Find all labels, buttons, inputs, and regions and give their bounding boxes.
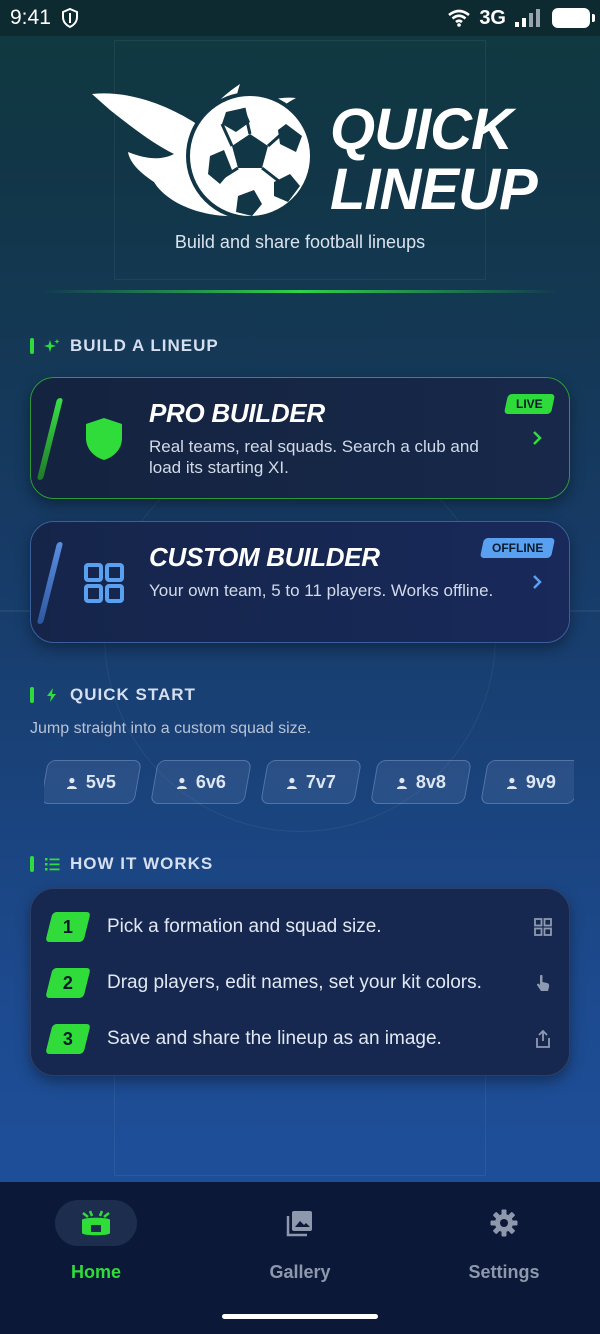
chip-5v5[interactable]: 5v5 [44,760,142,804]
step-item: 1 Pick a formation and squad size. [45,907,553,947]
live-badge: LIVE [504,394,556,414]
status-time: 9:41 [10,6,51,29]
app-screen: 9:41 3G QUICK LINEUP Build and share foo… [0,0,600,1334]
section-quick-start-title: QUICK START [70,685,196,704]
person-icon [176,776,187,788]
section-accent-bar [30,338,34,354]
how-it-works-card: 1 Pick a formation and squad size. 2 Dra… [30,888,570,1076]
step-text: Drag players, edit names, set your kit c… [107,972,482,993]
chip-6v6[interactable]: 6v6 [150,760,252,804]
quick-start-subtitle: Jump straight into a custom squad size. [30,720,312,737]
card-stripe [36,398,64,480]
chip-label: 5v5 [85,771,117,792]
chip-label: 6v6 [195,771,227,792]
nav-icon-pill [463,1200,545,1246]
wifi-icon [448,9,471,27]
touch-icon [536,974,550,991]
step-item: 2 Drag players, edit names, set your kit… [45,963,553,1003]
nav-settings-label: Settings [468,1262,540,1282]
step-text: Save and share the lineup as an image. [107,1028,442,1049]
tagline: Build and share football lineups [174,232,426,252]
pro-builder-description: Real teams, real squads. Search a club a… [149,437,479,477]
network-type: 3G [479,6,506,29]
home-indicator [222,1314,378,1319]
logo-line-2: LINEUP [330,157,538,222]
bolt-icon [47,688,56,702]
gallery-icon [286,1211,312,1237]
signal-icon [515,9,540,27]
nav-home[interactable]: Home [16,1200,176,1283]
card-stripe [36,542,64,624]
step-text: Pick a formation and squad size. [107,916,382,937]
step-number: 1 [45,912,91,942]
list-icon [45,858,60,871]
stadium-icon [82,1210,110,1236]
grid-icon [534,918,552,936]
step-number: 3 [45,1024,91,1054]
nav-gallery-label: Gallery [269,1262,331,1282]
vpn-shield-icon [61,8,78,28]
nav-icon-pill [55,1200,137,1246]
chip-label: 8v8 [415,771,447,792]
person-icon [286,776,297,788]
step-item: 3 Save and share the lineup as an image. [45,1019,553,1059]
nav-home-label: Home [70,1262,121,1282]
section-accent-bar [30,687,34,703]
logo-wordmark: QUICK LINEUP [330,97,538,222]
sparkle-icon [44,339,60,352]
chip-label: 7v7 [305,771,337,792]
chevron-right-icon [533,431,542,445]
gear-icon [490,1209,518,1237]
section-build-title: BUILD A LINEUP [70,336,219,355]
shield-icon [86,418,122,460]
person-icon [396,776,407,788]
step-number: 2 [45,968,91,998]
custom-builder-description: Your own team, 5 to 11 players. Works of… [149,581,494,600]
section-accent-bar [30,856,34,872]
chevron-right-icon [533,575,542,589]
chip-7v7[interactable]: 7v7 [260,760,362,804]
status-bar: 9:41 3G [0,0,600,36]
chip-9v9[interactable]: 9v9 [480,760,574,804]
custom-builder-card[interactable]: CUSTOM BUILDER Your own team, 5 to 11 pl… [30,521,570,643]
section-build-header: BUILD A LINEUP [30,336,219,356]
hero-divider [40,290,560,293]
app-logo: QUICK LINEUP [90,78,538,228]
status-right: 3G [447,6,595,30]
pro-builder-card[interactable]: PRO BUILDER Real teams, real squads. Sea… [30,377,570,499]
nav-settings[interactable]: Settings [424,1200,584,1283]
bottom-navigation: Home Gallery Settings [0,1182,600,1334]
battery-icon [552,8,595,28]
squad-size-chips: 5v5 6v6 7v7 8v8 9v9 [44,760,574,806]
person-icon [506,776,517,788]
nav-icon-pill [259,1200,341,1246]
section-how-header: HOW IT WORKS [30,854,213,874]
grid-icon [84,563,124,603]
chip-8v8[interactable]: 8v8 [370,760,472,804]
share-icon [536,1029,550,1048]
pro-builder-title: PRO BUILDER [149,398,325,428]
section-how-title: HOW IT WORKS [70,854,214,873]
logo-line-1: QUICK [330,97,513,162]
offline-badge: OFFLINE [479,538,556,558]
chip-label: 9v9 [525,771,557,792]
custom-builder-title: CUSTOM BUILDER [149,542,380,572]
section-quick-start-header: QUICK START [30,685,196,705]
soccer-ball-flame-icon [92,84,314,220]
person-icon [66,776,77,788]
nav-gallery[interactable]: Gallery [220,1200,380,1283]
